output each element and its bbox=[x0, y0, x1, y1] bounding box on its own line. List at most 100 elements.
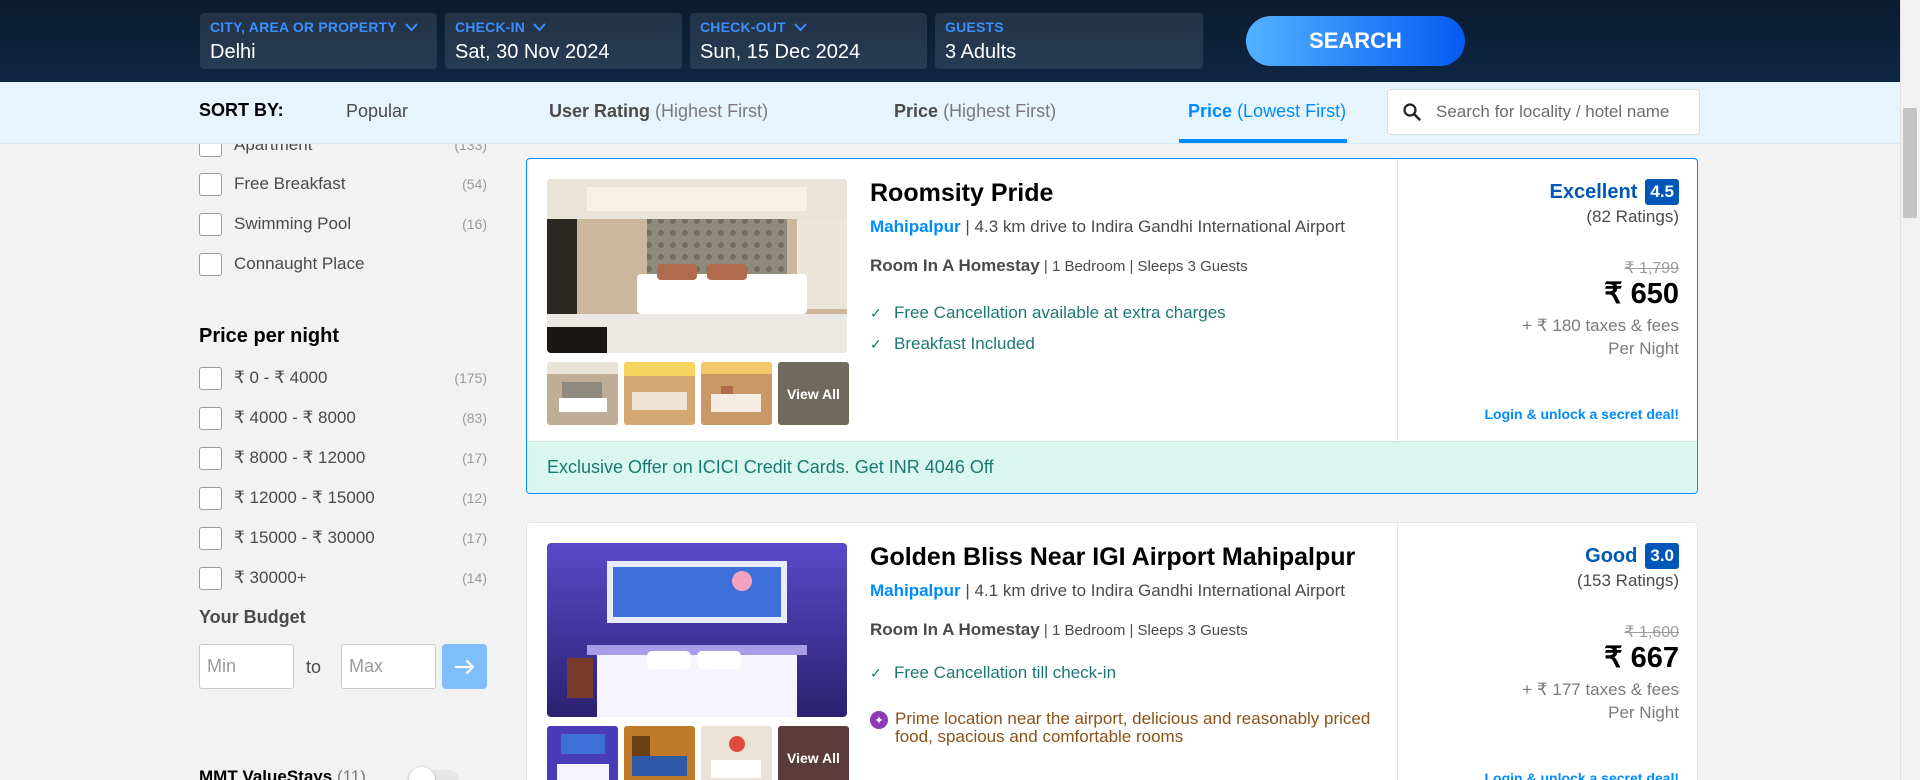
rating-label: Good bbox=[1585, 544, 1638, 567]
checkbox[interactable] bbox=[199, 526, 222, 550]
filter-price-range[interactable]: ₹ 15000 - ₹ 30000 (17) bbox=[199, 526, 487, 550]
taxes-fees: + ₹ 177 taxes & fees bbox=[1522, 680, 1679, 699]
sort-option-price-low[interactable]: Price (Lowest First) bbox=[1188, 101, 1346, 122]
chevron-down-icon bbox=[533, 22, 546, 31]
filter-swimming-pool[interactable]: Swimming Pool (16) bbox=[199, 212, 487, 236]
filter-count: (14) bbox=[462, 570, 487, 586]
view-all-photos-button[interactable]: View All bbox=[778, 726, 849, 780]
rating: Good 3.0 bbox=[1585, 543, 1679, 569]
hotel-room-photo bbox=[547, 543, 847, 717]
secret-deal-link[interactable]: Login & unlock a secret deal! bbox=[1485, 406, 1680, 422]
checkout-field[interactable]: CHECK-OUT Sun, 15 Dec 2024 bbox=[690, 13, 927, 69]
checkbox[interactable] bbox=[199, 406, 222, 430]
offer-banner: Exclusive Offer on ICICI Credit Cards. G… bbox=[527, 441, 1697, 493]
price-per-night-title: Price per night bbox=[199, 325, 340, 347]
city-label: CITY, AREA OR PROPERTY bbox=[210, 19, 397, 35]
budget-apply-button[interactable] bbox=[442, 644, 487, 689]
checkin-field[interactable]: CHECK-IN Sat, 30 Nov 2024 bbox=[445, 13, 682, 69]
hotel-main-image[interactable] bbox=[547, 543, 847, 717]
city-value: Delhi bbox=[210, 41, 256, 63]
filter-count: (54) bbox=[462, 176, 487, 192]
scrollbar-thumb[interactable] bbox=[1903, 108, 1917, 218]
checkbox[interactable] bbox=[199, 486, 222, 510]
hotel-name[interactable]: Golden Bliss Near IGI Airport Mahipalpur bbox=[870, 543, 1355, 572]
secret-deal-link[interactable]: Login & unlock a secret deal! bbox=[1485, 770, 1680, 780]
checkout-label: CHECK-OUT bbox=[700, 19, 786, 35]
filter-count: (16) bbox=[462, 216, 487, 232]
hotel-area-link[interactable]: Mahipalpur bbox=[870, 581, 961, 600]
guests-field[interactable]: GUESTS 3 Adults bbox=[935, 13, 1203, 69]
view-all-photos-button[interactable]: View All bbox=[778, 362, 849, 425]
filter-label: Connaught Place bbox=[234, 254, 365, 273]
checkbox[interactable] bbox=[199, 252, 222, 276]
card-divider bbox=[1397, 159, 1398, 441]
check-icon: ✓ bbox=[870, 664, 882, 681]
mmt-valuestays-toggle[interactable] bbox=[409, 767, 459, 780]
filter-label: ₹ 8000 - ₹ 12000 bbox=[234, 448, 366, 467]
filter-count: (17) bbox=[462, 530, 487, 546]
filter-price-range[interactable]: ₹ 4000 - ₹ 8000 (83) bbox=[199, 406, 487, 430]
room-type: Room In A Homestay | 1 Bedroom | Sleeps … bbox=[870, 620, 1248, 639]
per-night-label: Per Night bbox=[1608, 703, 1679, 722]
perk-item: ✓ Breakfast Included bbox=[870, 334, 1035, 353]
hotel-thumbnail[interactable] bbox=[701, 362, 772, 425]
checkbox[interactable] bbox=[199, 144, 222, 157]
filter-price-range[interactable]: ₹ 12000 - ₹ 15000 (12) bbox=[199, 486, 487, 510]
search-icon bbox=[1403, 103, 1421, 121]
checkbox[interactable] bbox=[199, 172, 222, 196]
arrow-right-icon bbox=[454, 659, 474, 674]
hotel-card[interactable]: View All Roomsity Pride Mahipalpur | 4.3… bbox=[526, 158, 1698, 494]
filter-label: Free Breakfast bbox=[234, 174, 346, 193]
rating-count: (153 Ratings) bbox=[1576, 571, 1679, 590]
checkbox[interactable] bbox=[199, 366, 222, 390]
sort-bar: SORT BY: Popular User Rating (Highest Fi… bbox=[0, 82, 1900, 144]
hotel-thumbnail[interactable] bbox=[624, 362, 695, 425]
filter-price-range[interactable]: ₹ 30000+ (14) bbox=[199, 566, 487, 590]
rating-label: Excellent bbox=[1549, 180, 1638, 203]
city-field[interactable]: CITY, AREA OR PROPERTY Delhi bbox=[200, 13, 437, 69]
search-button[interactable]: SEARCH bbox=[1246, 16, 1465, 66]
sort-by-label: SORT BY: bbox=[199, 100, 284, 120]
hotel-main-image[interactable] bbox=[547, 179, 847, 353]
budget-max-input[interactable] bbox=[341, 644, 436, 689]
hotel-name[interactable]: Roomsity Pride bbox=[870, 179, 1053, 208]
hotel-thumbnail[interactable] bbox=[701, 726, 772, 780]
hotel-card[interactable]: View All Golden Bliss Near IGI Airport M… bbox=[526, 522, 1698, 780]
taxes-fees: + ₹ 180 taxes & fees bbox=[1522, 316, 1679, 335]
filter-sidebar: Apartment (133) Free Breakfast (54) Swim… bbox=[0, 144, 510, 780]
hotel-thumbnail[interactable] bbox=[547, 362, 618, 425]
perk-item: ✓ Free Cancellation available at extra ch… bbox=[870, 303, 1226, 322]
filter-apartment[interactable]: Apartment (133) bbox=[199, 144, 487, 157]
rating-score-badge: 3.0 bbox=[1645, 543, 1679, 569]
price: ₹ 667 bbox=[1604, 642, 1679, 674]
filter-free-breakfast[interactable]: Free Breakfast (54) bbox=[199, 172, 487, 196]
hotel-location: Mahipalpur | 4.1 km drive to Indira Gand… bbox=[870, 581, 1345, 600]
active-sort-indicator bbox=[1179, 139, 1347, 143]
locality-search-input[interactable] bbox=[1436, 102, 1686, 122]
rating-score-badge: 4.5 bbox=[1645, 179, 1679, 205]
filter-price-range[interactable]: ₹ 8000 - ₹ 12000 (17) bbox=[199, 446, 487, 470]
sort-option-price-high[interactable]: Price (Highest First) bbox=[894, 101, 1056, 122]
price: ₹ 650 bbox=[1604, 278, 1679, 310]
search-header: CITY, AREA OR PROPERTY Delhi CHECK-IN Sa… bbox=[0, 0, 1920, 82]
budget-min-input[interactable] bbox=[199, 644, 294, 689]
rating: Excellent 4.5 bbox=[1550, 179, 1679, 205]
filter-connaught-place[interactable]: Connaught Place bbox=[199, 252, 487, 276]
filter-label: ₹ 4000 - ₹ 8000 bbox=[234, 408, 356, 427]
hotel-thumbnail[interactable] bbox=[624, 726, 695, 780]
checkbox[interactable] bbox=[199, 212, 222, 236]
hotel-thumbnail[interactable] bbox=[547, 726, 618, 780]
checkout-value: Sun, 15 Dec 2024 bbox=[700, 41, 861, 63]
hotel-highlight: ✦ Prime location near the airport, delic… bbox=[870, 710, 1385, 746]
chevron-down-icon bbox=[794, 22, 807, 31]
check-icon: ✓ bbox=[870, 304, 882, 321]
sparkle-icon: ✦ bbox=[870, 711, 888, 729]
sort-option-user-rating[interactable]: User Rating (Highest First) bbox=[549, 101, 768, 122]
per-night-label: Per Night bbox=[1608, 339, 1679, 358]
checkbox[interactable] bbox=[199, 446, 222, 470]
filter-price-range[interactable]: ₹ 0 - ₹ 4000 (175) bbox=[199, 366, 487, 390]
hotel-area-link[interactable]: Mahipalpur bbox=[870, 217, 961, 236]
filter-label: ₹ 12000 - ₹ 15000 bbox=[234, 488, 375, 507]
checkbox[interactable] bbox=[199, 566, 222, 590]
sort-option-popular[interactable]: Popular bbox=[346, 101, 408, 122]
